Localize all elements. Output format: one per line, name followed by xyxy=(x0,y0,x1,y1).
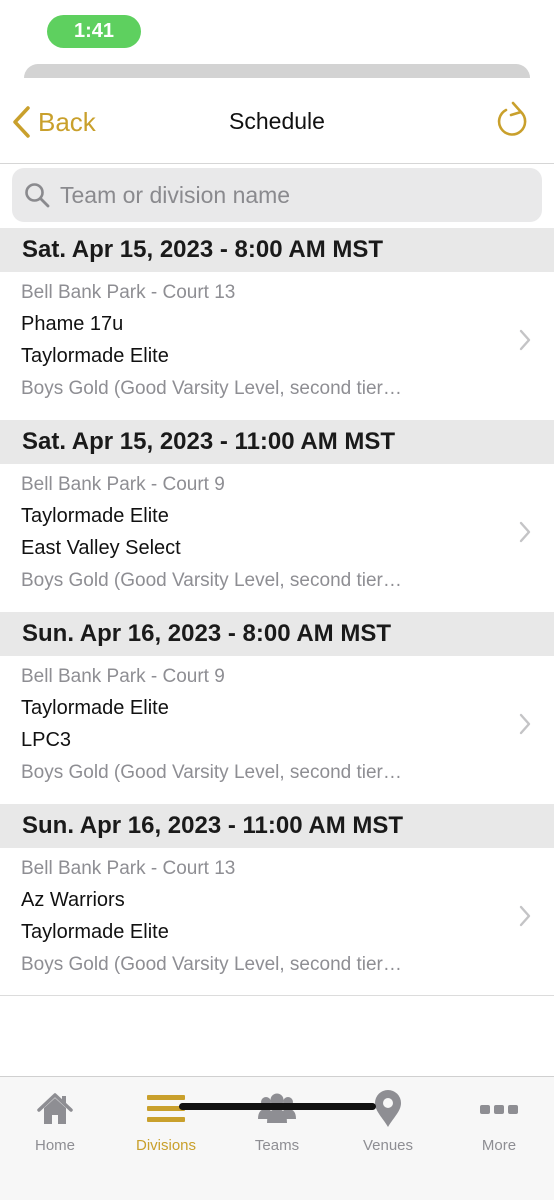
venue-label: Bell Bank Park - Court 9 xyxy=(21,666,225,687)
navigation-bar: Back Schedule xyxy=(0,78,554,164)
team-1-label: Taylormade Elite xyxy=(21,697,169,719)
chevron-right-icon xyxy=(519,521,531,543)
tab-label: Teams xyxy=(254,1137,300,1154)
date-header: Sun. Apr 16, 2023 - 11:00 AM MST xyxy=(0,804,554,848)
chevron-right-icon xyxy=(519,905,531,927)
home-icon xyxy=(37,1093,73,1124)
team-1-label: Az Warriors xyxy=(21,889,125,911)
date-header: Sat. Apr 15, 2023 - 8:00 AM MST xyxy=(0,228,554,272)
team-2-label: East Valley Select xyxy=(21,537,181,559)
tab-divisions[interactable]: Divisions xyxy=(111,1085,221,1159)
game-row[interactable]: Bell Bank Park - Court 13 Phame 17u Tayl… xyxy=(0,272,554,420)
game-row[interactable]: Bell Bank Park - Court 9 Taylormade Elit… xyxy=(0,656,554,804)
status-bar: 1:41 xyxy=(0,0,554,60)
venue-label: Bell Bank Park - Court 9 xyxy=(21,474,225,495)
division-label: Boys Gold (Good Varsity Level, second ti… xyxy=(21,954,402,975)
schedule-list: Sat. Apr 15, 2023 - 8:00 AM MST Bell Ban… xyxy=(0,228,554,996)
chevron-right-icon xyxy=(519,713,531,735)
team-2-label: LPC3 xyxy=(21,729,72,751)
refresh-icon[interactable] xyxy=(494,100,530,140)
team-1-label: Taylormade Elite xyxy=(21,505,169,527)
team-1-label: Phame 17u xyxy=(21,313,124,335)
team-2-label: Taylormade Elite xyxy=(21,921,169,943)
tab-label: Home xyxy=(34,1137,75,1154)
search-input[interactable] xyxy=(60,181,520,209)
tab-label: Divisions xyxy=(135,1137,196,1154)
division-label: Boys Gold (Good Varsity Level, second ti… xyxy=(21,570,402,591)
tab-label: More xyxy=(481,1137,517,1154)
date-header: Sun. Apr 16, 2023 - 8:00 AM MST xyxy=(0,612,554,656)
date-header: Sat. Apr 15, 2023 - 11:00 AM MST xyxy=(0,420,554,464)
venue-label: Bell Bank Park - Court 13 xyxy=(21,858,236,879)
search-icon xyxy=(25,183,50,208)
schedule-sheet: Back Schedule Sat. Apr 15, 2023 - 8:00 A… xyxy=(0,78,554,1200)
page-title: Schedule xyxy=(229,108,325,134)
home-indicator[interactable] xyxy=(179,1103,376,1110)
more-dots-icon xyxy=(480,1105,518,1114)
tab-home[interactable]: Home xyxy=(0,1085,110,1159)
tab-teams[interactable]: Teams xyxy=(222,1085,332,1159)
status-time[interactable]: 1:41 xyxy=(47,15,141,48)
tab-bar: Home Divisions Teams Venues More xyxy=(0,1076,554,1200)
search-field[interactable] xyxy=(12,168,542,222)
tab-more[interactable]: More xyxy=(444,1085,554,1159)
game-row[interactable]: Bell Bank Park - Court 9 Taylormade Elit… xyxy=(0,464,554,612)
tab-label: Venues xyxy=(362,1137,414,1154)
division-label: Boys Gold (Good Varsity Level, second ti… xyxy=(21,378,402,399)
game-row[interactable]: Bell Bank Park - Court 13 Az Warriors Ta… xyxy=(0,848,554,996)
team-2-label: Taylormade Elite xyxy=(21,345,169,367)
search-bar xyxy=(0,164,554,228)
chevron-right-icon xyxy=(519,329,531,351)
division-label: Boys Gold (Good Varsity Level, second ti… xyxy=(21,762,402,783)
tab-venues[interactable]: Venues xyxy=(333,1085,443,1159)
venue-label: Bell Bank Park - Court 13 xyxy=(21,282,236,303)
